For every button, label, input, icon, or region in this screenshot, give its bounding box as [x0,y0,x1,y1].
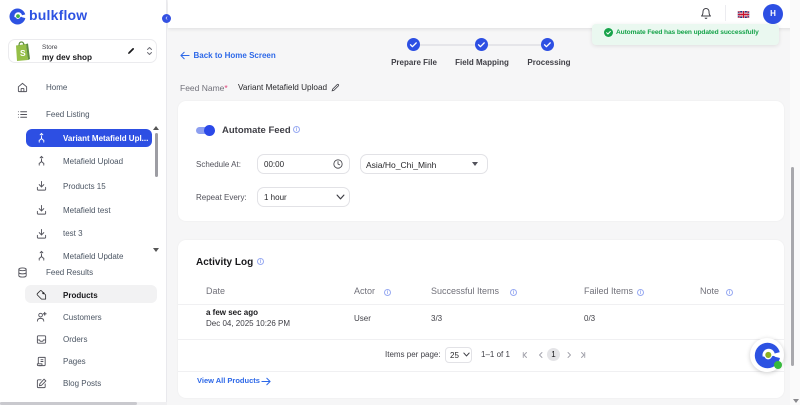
svg-text:S: S [20,48,26,58]
